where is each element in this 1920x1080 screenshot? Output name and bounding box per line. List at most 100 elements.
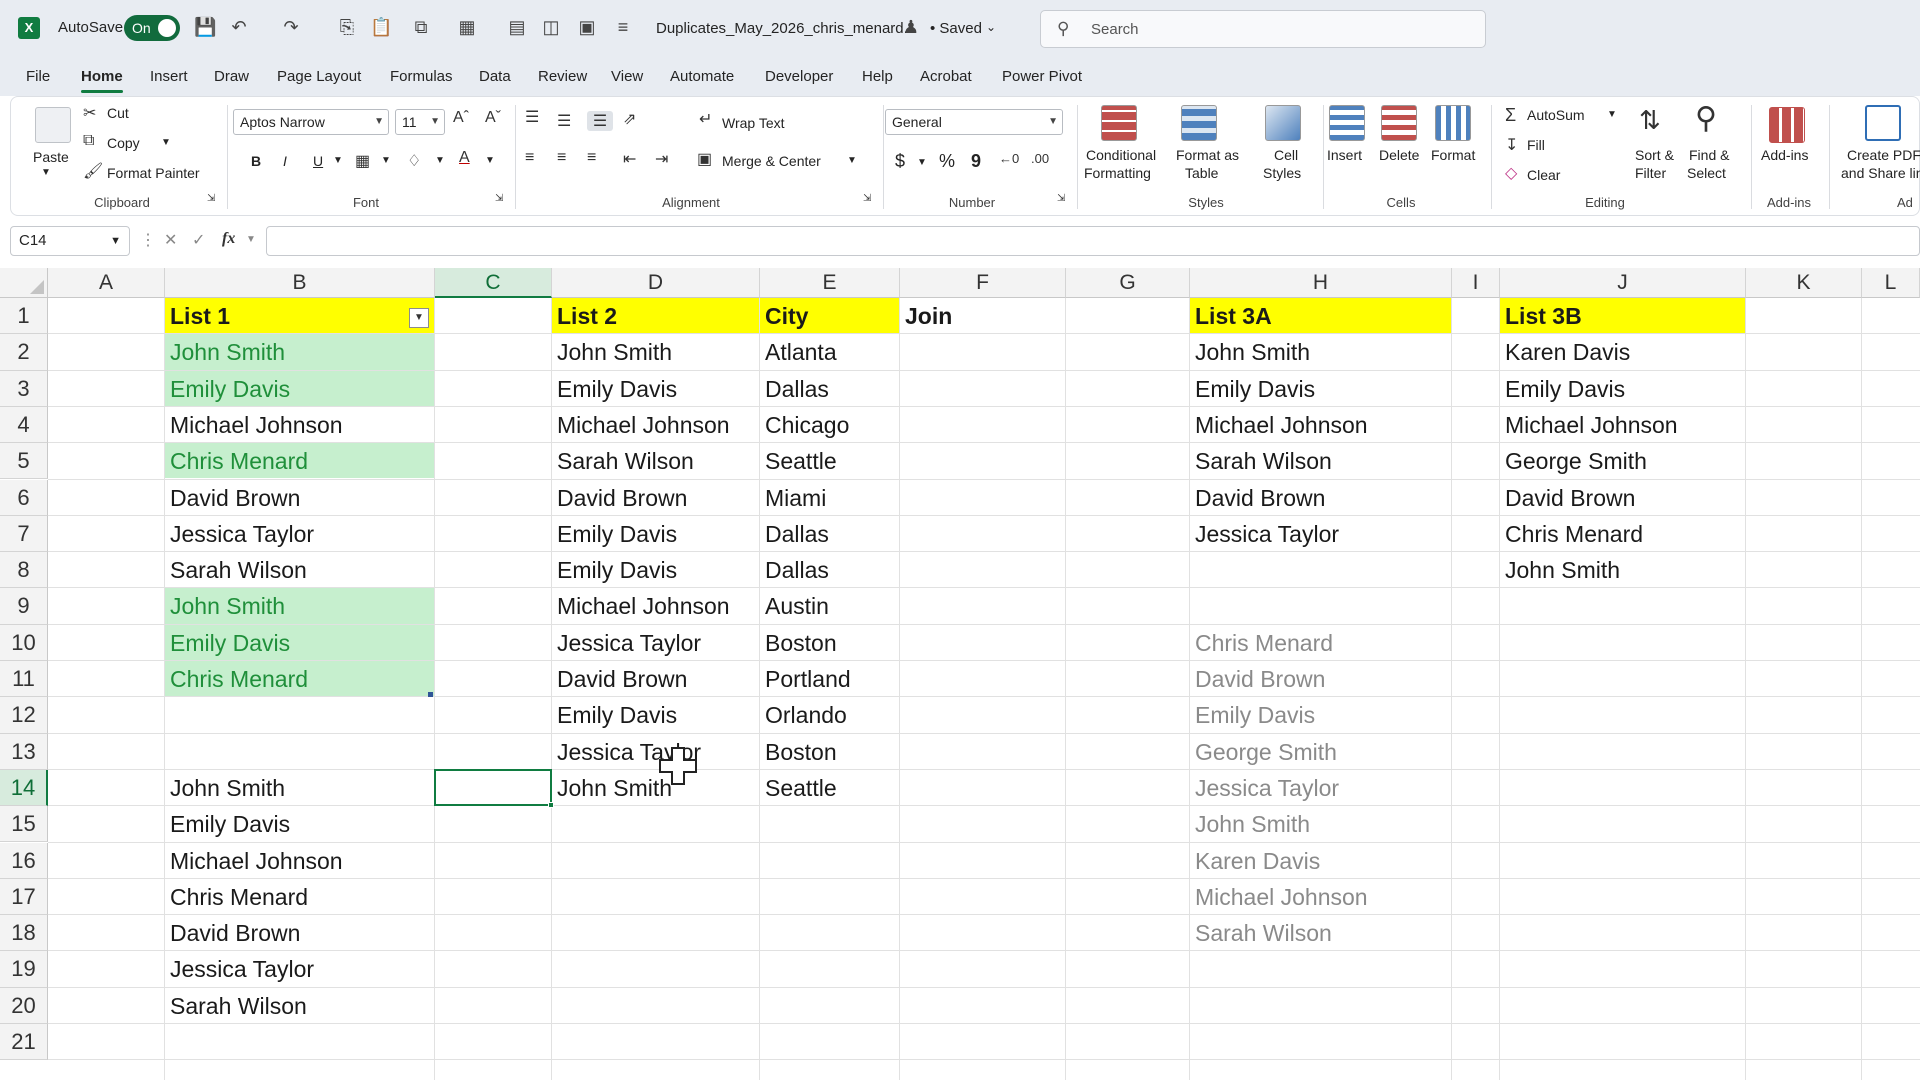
- list3b-cell[interactable]: George Smith: [1500, 443, 1745, 478]
- filter-dropdown-icon[interactable]: ▼: [409, 308, 429, 328]
- row-header-20[interactable]: 20: [0, 987, 48, 1024]
- list2-name-cell[interactable]: Emily Davis: [552, 552, 759, 587]
- sort-filter-line2[interactable]: Filter: [1635, 165, 1666, 181]
- italic-button[interactable]: I: [283, 153, 287, 169]
- list1-duplicate-cell[interactable]: John Smith: [165, 334, 434, 370]
- cut-paste-icon[interactable]: ⎘: [336, 16, 358, 38]
- borders-icon[interactable]: ▦: [355, 151, 370, 171]
- list2-city-cell[interactable]: Chicago: [760, 407, 899, 442]
- clipboard-launcher-icon[interactable]: ⇲: [207, 193, 215, 204]
- tab-data[interactable]: Data: [479, 68, 511, 85]
- redo-icon[interactable]: ↷: [280, 16, 302, 38]
- list2-city-cell[interactable]: Dallas: [760, 371, 899, 406]
- insert-cells-icon[interactable]: [1329, 105, 1365, 141]
- search-box[interactable]: ⚲ Search: [1040, 10, 1486, 48]
- row-header-21[interactable]: 21: [0, 1024, 48, 1061]
- increase-font-icon[interactable]: Aˆ: [453, 109, 469, 127]
- list3b-cell[interactable]: Karen Davis: [1500, 334, 1745, 369]
- number-format-select[interactable]: General ▼: [885, 109, 1063, 135]
- list1-cell[interactable]: Sarah Wilson: [165, 552, 434, 587]
- column-header-e[interactable]: E: [760, 268, 900, 298]
- row-header-19[interactable]: 19: [0, 951, 48, 988]
- list3a-spill-cell[interactable]: John Smith: [1190, 806, 1451, 841]
- conditional-formatting-icon[interactable]: [1101, 105, 1137, 141]
- chevron-down-icon[interactable]: ⌄: [986, 20, 996, 34]
- more-icon[interactable]: ⋮: [140, 230, 156, 250]
- find-select-line1[interactable]: Find &: [1689, 147, 1729, 163]
- tab-automate[interactable]: Automate: [670, 68, 734, 85]
- unique-list-cell[interactable]: Sarah Wilson: [165, 988, 434, 1023]
- format-cells-button[interactable]: Format: [1431, 147, 1475, 163]
- create-pdf-icon[interactable]: [1865, 105, 1901, 141]
- column-header-l[interactable]: L: [1862, 268, 1920, 298]
- tab-draw[interactable]: Draw: [214, 68, 249, 85]
- fill-chevron-icon[interactable]: ▼: [435, 155, 445, 166]
- list3a-spill-cell[interactable]: Michael Johnson: [1190, 879, 1451, 914]
- list3b-cell[interactable]: Chris Menard: [1500, 516, 1745, 551]
- list2-city-cell[interactable]: Miami: [760, 480, 899, 515]
- list1-cell[interactable]: Jessica Taylor: [165, 516, 434, 551]
- row-header-15[interactable]: 15: [0, 806, 48, 843]
- font-launcher-icon[interactable]: ⇲: [495, 193, 503, 204]
- fill-color-icon[interactable]: ♢: [407, 151, 421, 171]
- tab-acrobat[interactable]: Acrobat: [920, 68, 972, 85]
- align-center-icon[interactable]: ≡: [557, 149, 566, 167]
- create-pdf-line1[interactable]: Create PDF: [1847, 147, 1920, 163]
- list2-city-cell[interactable]: Austin: [760, 588, 899, 623]
- list3b-cell[interactable]: Emily Davis: [1500, 371, 1745, 406]
- tab-file[interactable]: File: [26, 68, 50, 85]
- list3a-spill-cell[interactable]: Sarah Wilson: [1190, 915, 1451, 950]
- format-as-table-line1[interactable]: Format as: [1176, 147, 1239, 163]
- list2-city-cell[interactable]: Atlanta: [760, 334, 899, 369]
- currency-button[interactable]: $: [895, 151, 905, 172]
- copy-button[interactable]: Copy: [107, 135, 140, 151]
- column-header-g[interactable]: G: [1066, 268, 1190, 298]
- sort-filter-line1[interactable]: Sort &: [1635, 147, 1674, 163]
- column-header-c[interactable]: C: [435, 268, 552, 298]
- paste-chevron-icon[interactable]: ▼: [41, 167, 51, 178]
- alignment-launcher-icon[interactable]: ⇲: [863, 193, 871, 204]
- list2-name-cell[interactable]: John Smith: [552, 334, 759, 369]
- row-header-2[interactable]: 2: [0, 334, 48, 371]
- row-header-13[interactable]: 13: [0, 733, 48, 770]
- list1-header[interactable]: List 1: [165, 298, 434, 334]
- list2-name-cell[interactable]: Sarah Wilson: [552, 443, 759, 478]
- list2-name-cell[interactable]: Emily Davis: [552, 371, 759, 406]
- copy-chevron-icon[interactable]: ▼: [161, 137, 171, 148]
- list3a-cell[interactable]: David Brown: [1190, 480, 1451, 515]
- comma-button[interactable]: 9: [971, 151, 981, 172]
- row-header-11[interactable]: 11: [0, 661, 48, 698]
- cancel-icon[interactable]: ✕: [164, 230, 177, 250]
- fx-chevron-icon[interactable]: ▼: [246, 234, 256, 245]
- font-size-select[interactable]: 11 ▼: [395, 109, 445, 135]
- column-header-h[interactable]: H: [1190, 268, 1452, 298]
- list1-duplicate-cell[interactable]: John Smith: [165, 588, 434, 624]
- align-top-icon[interactable]: ☰: [525, 107, 539, 127]
- add-ins-icon[interactable]: [1769, 107, 1805, 143]
- list2-city-cell[interactable]: Dallas: [760, 516, 899, 551]
- table-icon[interactable]: ▦: [456, 16, 478, 38]
- currency-chevron-icon[interactable]: ▼: [917, 157, 927, 168]
- font-family-select[interactable]: Aptos Narrow ▼: [233, 109, 389, 135]
- underline-chevron-icon[interactable]: ▼: [333, 155, 343, 166]
- align-left-icon[interactable]: ≡: [525, 149, 534, 167]
- columns-icon[interactable]: ◫: [540, 16, 562, 38]
- row-header-17[interactable]: 17: [0, 878, 48, 916]
- column-header-b[interactable]: B: [165, 268, 435, 298]
- paste-label[interactable]: Paste: [33, 149, 69, 165]
- decrease-font-icon[interactable]: Aˇ: [485, 109, 501, 127]
- conditional-formatting-line2[interactable]: Formatting: [1084, 165, 1151, 181]
- clear-button[interactable]: Clear: [1527, 167, 1560, 183]
- column-header-f[interactable]: F: [900, 268, 1066, 298]
- list3a-spill-cell[interactable]: David Brown: [1190, 661, 1451, 696]
- add-ins-button[interactable]: Add-ins: [1761, 147, 1808, 163]
- city-header[interactable]: City: [760, 298, 899, 334]
- find-icon[interactable]: ⚲: [1695, 101, 1717, 136]
- row-header-7[interactable]: 7: [0, 515, 48, 553]
- list2-name-cell[interactable]: David Brown: [552, 661, 759, 696]
- tab-insert[interactable]: Insert: [150, 68, 188, 85]
- fill-handle[interactable]: [548, 802, 554, 809]
- merge-center-button[interactable]: Merge & Center: [722, 153, 821, 169]
- autosum-chevron-icon[interactable]: ▼: [1607, 109, 1617, 120]
- increase-decimal-icon[interactable]: ←0: [999, 151, 1019, 166]
